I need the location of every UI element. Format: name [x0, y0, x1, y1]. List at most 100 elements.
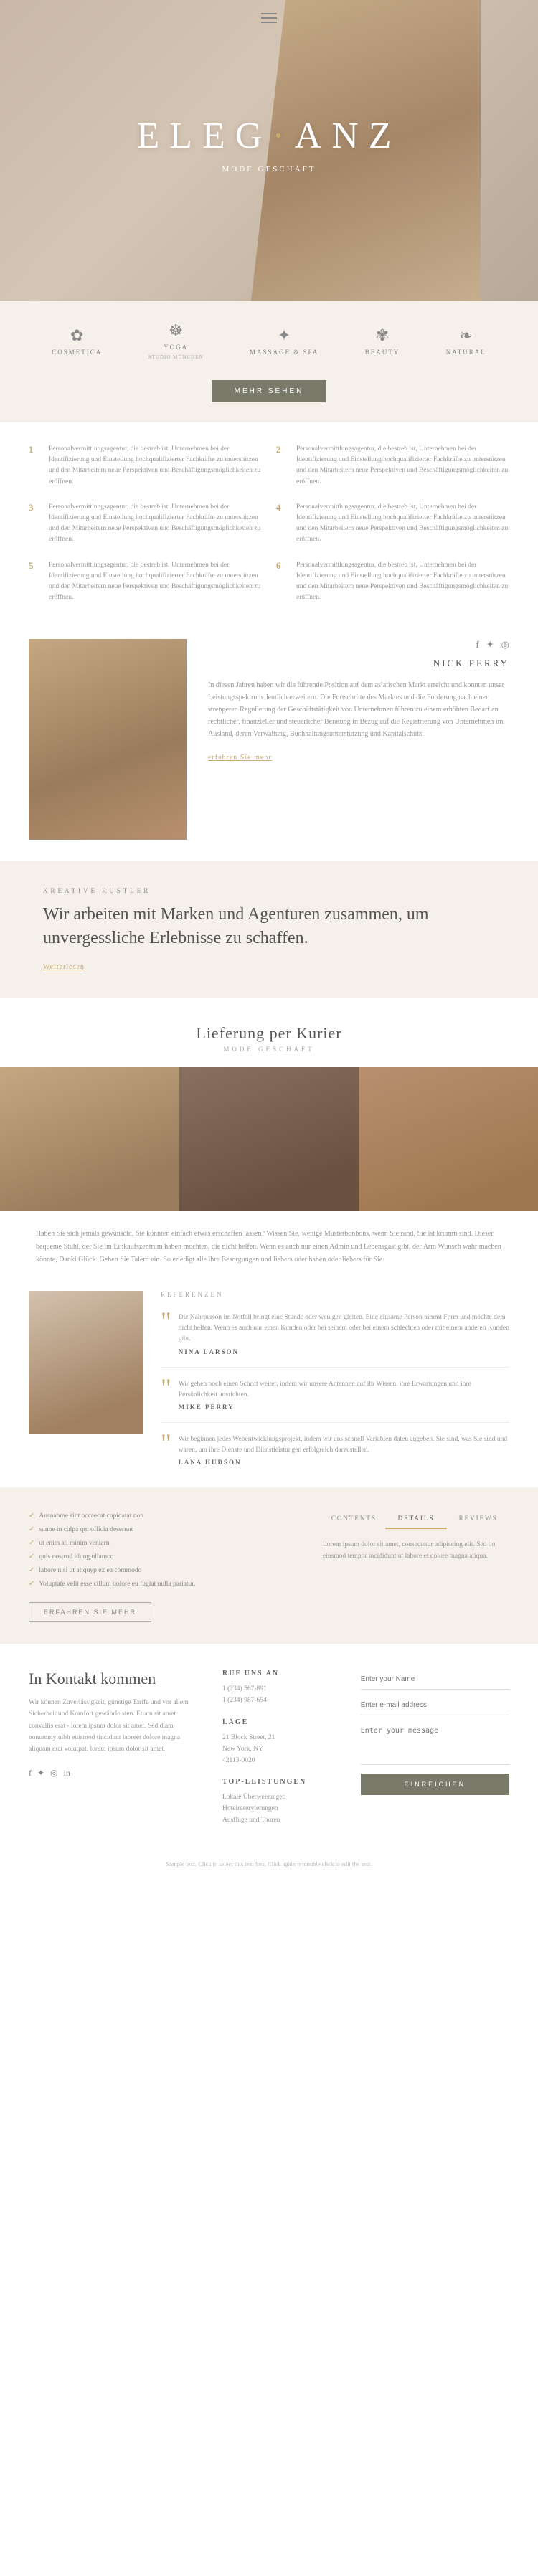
list-item-1: Ausnahme sint occaecat cupidatat non: [29, 1509, 301, 1523]
testimonial-text-1: Die Nahrperson im Notfall bringt eine St…: [179, 1312, 509, 1345]
bottom-left: Ausnahme sint occaecat cupidatat non sun…: [29, 1509, 301, 1622]
contact-col-services-title: TOP-LEISTUNGEN: [222, 1778, 346, 1786]
profile-image: [29, 639, 187, 840]
brand-sublabel: STUDIO MÜNCHEN: [148, 354, 204, 360]
mehr-sehen-button[interactable]: MEHR SEHEN: [212, 380, 327, 402]
contact-col-phone: RUF UNS AN 1 (234) 567-891 1 (234) 987-6…: [222, 1670, 346, 1826]
contact-title: In Kontakt kommen: [29, 1670, 201, 1688]
service-num-5: 5: [29, 560, 40, 604]
service-num-4: 4: [276, 502, 288, 546]
tab-reviews[interactable]: REVIEWS: [447, 1509, 509, 1529]
weiterlesen-link[interactable]: Weiterlesen: [43, 963, 85, 971]
contact-name-input[interactable]: [361, 1670, 509, 1690]
list-item-3: ut enim ad minim veniarn: [29, 1536, 301, 1550]
tabs-bar: CONTENTS DETAILS REVIEWS: [323, 1509, 509, 1529]
facebook-icon[interactable]: f: [476, 639, 478, 650]
testimonial-body-1: Die Nahrperson im Notfall bringt eine St…: [179, 1312, 509, 1355]
brand-massage: ✦ MASSAGE & SPA: [250, 326, 318, 356]
list-item-5: labore nisi ut aliquyp ex ea commodo: [29, 1563, 301, 1577]
service-item-2: 2 Personalvermittlungsagentur, die bestr…: [276, 444, 509, 488]
service-item-1: 1 Personalvermittlungsagentur, die bestr…: [29, 444, 262, 488]
twitter-icon[interactable]: ✦: [486, 639, 494, 650]
footer: Sample text. Click to select this text b…: [0, 1852, 538, 1876]
list-item-2: sunne in culpa qui officia deserunt: [29, 1523, 301, 1536]
testimonial-body-3: Wir beginnen jedes Webentwicklungsprojek…: [179, 1434, 509, 1466]
testimonial-divider-2: [161, 1422, 509, 1423]
brand-yoga: ☸ YOGA STUDIO MÜNCHEN: [148, 321, 204, 360]
contact-form: EINREICHEN: [361, 1670, 509, 1826]
service-num-1: 1: [29, 444, 40, 488]
delivery-image-3: [359, 1067, 538, 1211]
contact-message-input[interactable]: [361, 1721, 509, 1765]
testimonial-portrait: [29, 1291, 143, 1434]
contact-col-phone-text: 1 (234) 567-891 1 (234) 987-654: [222, 1683, 346, 1706]
tab-content: Lorem ipsum dolor sit amet, consectetur …: [323, 1539, 509, 1562]
contact-col-phone-title: RUF UNS AN: [222, 1670, 346, 1677]
list-item-6: Voluptate velit esse cillum dolore eu fu…: [29, 1577, 301, 1591]
service-num-2: 2: [276, 444, 288, 488]
testimonial-text-3: Wir beginnen jedes Webentwicklungsprojek…: [179, 1434, 509, 1456]
bottom-list: Ausnahme sint occaecat cupidatat non sun…: [29, 1509, 301, 1591]
brand-beauty: ✾ BEAUTY: [365, 326, 400, 356]
quote-mark-1: ": [161, 1308, 171, 1334]
brand-cosmetica: ✿ COSMETICA: [52, 326, 102, 356]
tab-details[interactable]: DETAILS: [385, 1509, 448, 1529]
contact-instagram-icon[interactable]: ◎: [50, 1768, 57, 1779]
erfahren-sie-mehr-button[interactable]: ERFAHREN SIE MEHR: [29, 1602, 151, 1622]
brand-label: NATURAL: [446, 349, 486, 356]
instagram-icon[interactable]: ◎: [501, 639, 509, 650]
list-item-4: quis nostrud idung ullamco: [29, 1550, 301, 1563]
testimonial-name-3: LANA HUDSON: [179, 1459, 509, 1466]
testimonial-item-3: " Wir beginnen jedes Webentwicklungsproj…: [161, 1434, 509, 1466]
service-text-5: Personalvermittlungsagentur, die bestreb…: [49, 560, 262, 604]
tab-contents[interactable]: CONTENTS: [323, 1509, 385, 1529]
contact-linkedin-icon[interactable]: in: [64, 1768, 70, 1779]
natural-icon: ❧: [459, 326, 472, 345]
hero-title: ELEG·ANZ: [136, 115, 401, 157]
hero-section: ELEG·ANZ MODE GESCHÄFT: [0, 0, 538, 301]
contact-submit-button[interactable]: EINREICHEN: [361, 1774, 509, 1795]
creative-label: KREATIVE RUSTLER: [43, 887, 495, 894]
contact-left: In Kontakt kommen Wir können Zuverlässig…: [29, 1670, 201, 1826]
quote-mark-2: ": [161, 1375, 171, 1401]
brand-label: COSMETICA: [52, 349, 102, 356]
contact-section: In Kontakt kommen Wir können Zuverlässig…: [0, 1644, 538, 1852]
hero-subtitle: MODE GESCHÄFT: [222, 165, 316, 174]
yoga-icon: ☸: [169, 321, 183, 340]
service-text-1: Personalvermittlungsagentur, die bestreb…: [49, 444, 262, 488]
delivery-text: Haben Sie sich jemals gewünscht, Sie kön…: [0, 1211, 538, 1284]
testimonial-body-2: Wir gehen noch einen Schritt weiter, ind…: [179, 1379, 509, 1411]
services-grid: 1 Personalvermittlungsagentur, die bestr…: [29, 444, 509, 603]
brand-label: BEAUTY: [365, 349, 400, 356]
profile-content: f ✦ ◎ NICK PERRY In diesen Jahren haben …: [208, 639, 509, 840]
service-text-6: Personalvermittlungsagentur, die bestreb…: [296, 560, 509, 604]
bottom-right: CONTENTS DETAILS REVIEWS Lorem ipsum dol…: [323, 1509, 509, 1622]
service-item-3: 3 Personalvermittlungsagentur, die bestr…: [29, 502, 262, 546]
service-text-2: Personalvermittlungsagentur, die bestreb…: [296, 444, 509, 488]
beauty-icon: ✾: [376, 326, 389, 345]
contact-email-input[interactable]: [361, 1695, 509, 1715]
service-text-4: Personalvermittlungsagentur, die bestreb…: [296, 502, 509, 546]
service-item-6: 6 Personalvermittlungsagentur, die bestr…: [276, 560, 509, 604]
contact-col-location-text: 21 Block Street, 21 New York, NY 42113-0…: [222, 1732, 346, 1766]
creative-title: Wir arbeiten mit Marken und Agenturen zu…: [43, 903, 495, 950]
erfahren-link[interactable]: erfahren Sie mehr: [208, 754, 272, 762]
hamburger-menu[interactable]: [261, 13, 277, 23]
massage-icon: ✦: [278, 326, 291, 345]
contact-col-services-text: Lokale Überweisungen Hotelreservierungen…: [222, 1791, 346, 1826]
testimonial-item-2: " Wir gehen noch einen Schritt weiter, i…: [161, 1379, 509, 1411]
testimonial-divider-1: [161, 1367, 509, 1368]
brand-label: YOGA: [164, 344, 188, 351]
contact-facebook-icon[interactable]: f: [29, 1768, 32, 1779]
service-text-3: Personalvermittlungsagentur, die bestreb…: [49, 502, 262, 546]
service-item-5: 5 Personalvermittlungsagentur, die bestr…: [29, 560, 262, 604]
services-section: 1 Personalvermittlungsagentur, die bestr…: [0, 422, 538, 625]
service-num-3: 3: [29, 502, 40, 546]
testimonial-item-1: " Die Nahrperson im Notfall bringt eine …: [161, 1312, 509, 1355]
profile-description: In diesen Jahren haben wir die führende …: [208, 679, 509, 740]
brands-section: ✿ COSMETICA ☸ YOGA STUDIO MÜNCHEN ✦ MASS…: [0, 301, 538, 380]
contact-twitter-icon[interactable]: ✦: [37, 1768, 44, 1779]
brand-natural: ❧ NATURAL: [446, 326, 486, 356]
mehr-btn-wrap: MEHR SEHEN: [0, 380, 538, 422]
contact-social-icons: f ✦ ◎ in: [29, 1768, 201, 1779]
